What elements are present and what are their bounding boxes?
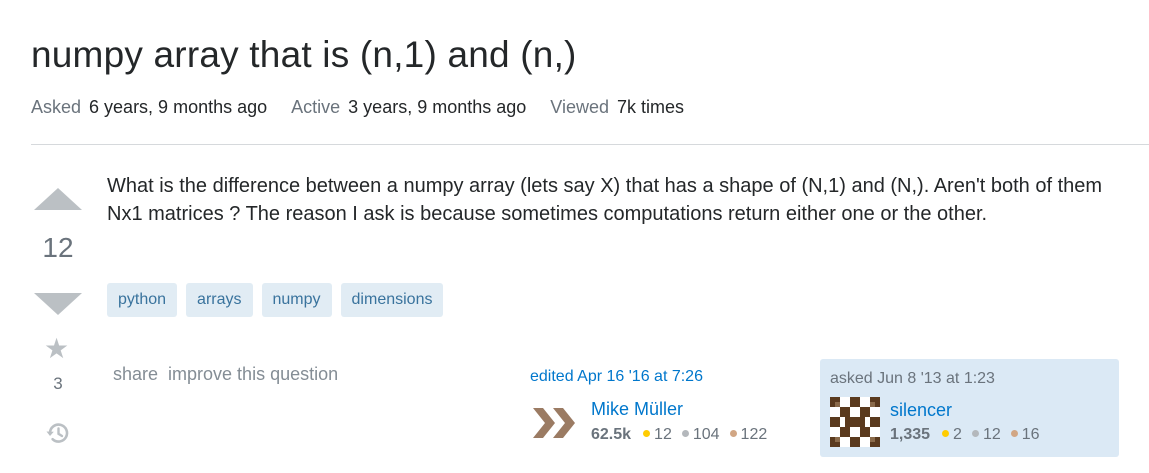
question-body: What is the difference between a numpy a… [107, 175, 1103, 225]
tag-arrays[interactable]: arrays [186, 283, 253, 317]
owner-name[interactable]: silencer [890, 400, 952, 421]
editor-bronze-count: 122 [740, 426, 768, 443]
question-title[interactable]: numpy array that is (n,1) and (n,) [31, 34, 577, 76]
viewed-value: 7k times [617, 97, 685, 117]
post-menu: share improve this question [113, 364, 338, 385]
silver-badge-icon [971, 430, 979, 438]
vote-count: 12 [42, 232, 74, 263]
tag-list: python arrays numpy dimensions [107, 283, 444, 317]
active-value[interactable]: 3 years, 9 months ago [348, 97, 526, 118]
owner-silver-count: 12 [982, 426, 1001, 443]
share-link[interactable]: share [113, 364, 158, 385]
viewed-info: Viewed 7k times [550, 97, 684, 118]
asked-label: Asked [31, 97, 82, 117]
improve-question-link[interactable]: improve this question [168, 364, 338, 385]
active-label: Active [291, 97, 341, 117]
double-chevron-avatar-icon[interactable] [530, 398, 580, 448]
owner-gold-count: 2 [953, 426, 962, 443]
owner-reputation: 1,335 2 12 16 [890, 426, 1046, 444]
editor-rep-score: 62.5k [591, 426, 632, 443]
tag-python[interactable]: python [107, 283, 178, 317]
active-info: Active 3 years, 9 months ago [291, 97, 526, 118]
favorite-star-icon[interactable]: ★ [44, 335, 69, 363]
editor-name[interactable]: Mike Müller [591, 399, 683, 420]
gold-badge-icon [643, 430, 651, 438]
editor-silver-count: 104 [692, 426, 720, 443]
owner-signature: asked Jun 8 '13 at 1:23 silencer 1,335 2 1… [820, 359, 1119, 457]
asked-time: asked Jun 8 '13 at 1:23 [830, 370, 995, 387]
tag-numpy[interactable]: numpy [261, 283, 332, 317]
downvote-arrow-icon[interactable] [34, 293, 82, 315]
editor-signature: edited Apr 16 '16 at 7:26 Mike Müller 62… [530, 368, 810, 448]
asked-info: Asked 6 years, 9 months ago [31, 97, 267, 118]
favorite-count: 3 [53, 374, 63, 393]
edited-time-link[interactable]: edited Apr 16 '16 at 7:26 [530, 368, 810, 386]
viewed-label: Viewed [550, 97, 609, 117]
editor-gold-count: 12 [654, 426, 672, 443]
editor-reputation: 62.5k 12 104 122 [591, 426, 773, 444]
identicon-avatar-icon[interactable] [830, 397, 880, 447]
owner-bronze-count: 16 [1021, 426, 1040, 443]
history-icon[interactable] [45, 420, 71, 446]
header-divider [31, 144, 1149, 145]
question-meta: Asked 6 years, 9 months ago Active 3 yea… [31, 97, 684, 118]
upvote-arrow-icon[interactable] [34, 188, 82, 210]
silver-badge-icon [681, 430, 689, 438]
bronze-badge-icon [1010, 430, 1018, 438]
tag-dimensions[interactable]: dimensions [340, 283, 444, 317]
gold-badge-icon [942, 430, 950, 438]
owner-rep-score: 1,335 [890, 426, 931, 443]
asked-value: 6 years, 9 months ago [89, 97, 268, 117]
bronze-badge-icon [729, 430, 737, 438]
